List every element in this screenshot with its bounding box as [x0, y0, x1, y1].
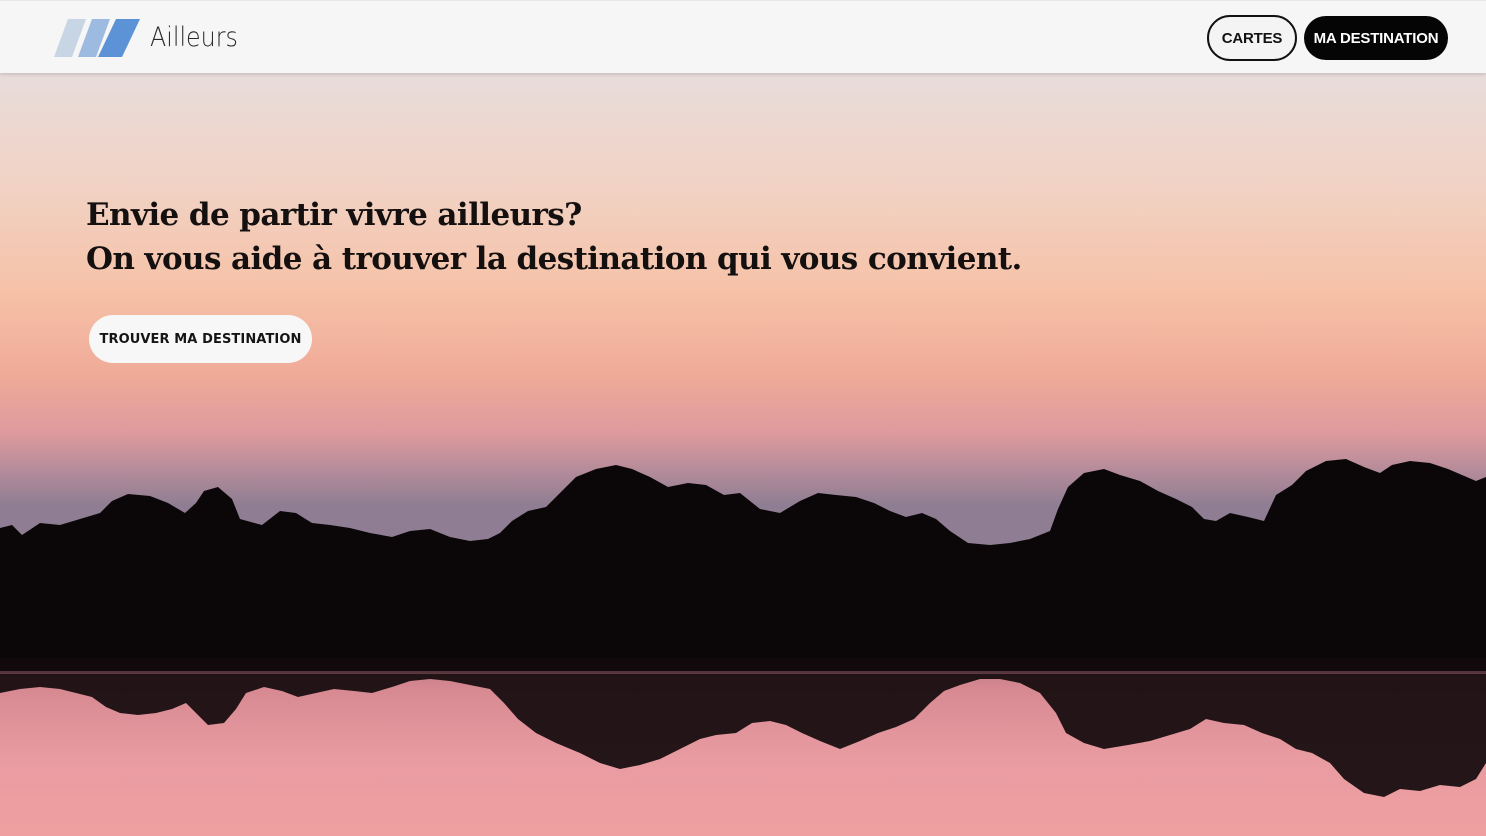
ma-destination-button[interactable]: MA DESTINATION [1304, 16, 1448, 60]
hero-headline-line2: On vous aide à trouver la destination qu… [86, 241, 1022, 277]
hero-headline-line1: Envie de partir vivre ailleurs? [86, 197, 582, 233]
logo-text: Ailleurs [150, 22, 238, 53]
cartes-button[interactable]: CARTES [1207, 15, 1297, 61]
hero-headline: Envie de partir vivre ailleurs? On vous … [86, 193, 1022, 281]
logo-link[interactable]: Ailleurs [54, 19, 250, 57]
hero-section: Envie de partir vivre ailleurs? On vous … [0, 73, 1486, 836]
trouver-ma-destination-button[interactable]: TROUVER MA DESTINATION [89, 315, 312, 363]
hero-background-image [0, 73, 1486, 836]
logo-icon [54, 19, 140, 57]
page: Ailleurs CARTES MA DESTINATION Envie de … [0, 0, 1486, 836]
site-header: Ailleurs CARTES MA DESTINATION [0, 0, 1486, 73]
